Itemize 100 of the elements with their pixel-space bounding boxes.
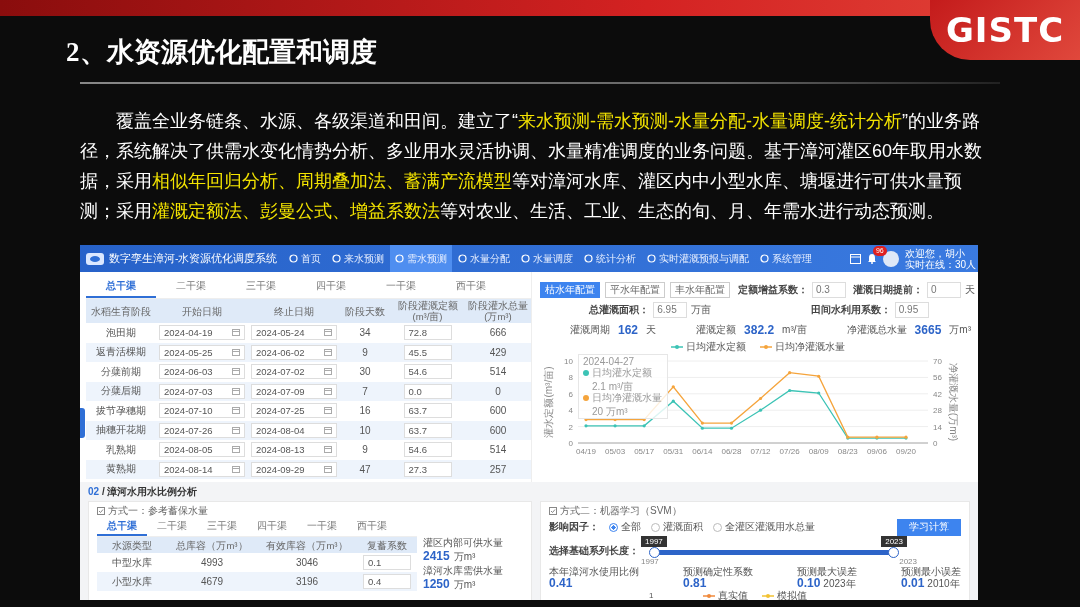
axis-tick-label: 08/09 [808, 447, 829, 456]
field-label: 定额增益系数： [738, 283, 808, 297]
bell-icon [866, 253, 877, 264]
canal-tab[interactable]: 西干渠 [436, 276, 506, 298]
table-cell: 中型水库 [97, 553, 167, 572]
nav-tab[interactable]: 水量调度 [515, 245, 578, 272]
date-field[interactable]: 2024-07-25 [251, 403, 337, 419]
canal-tab[interactable]: 四干渠 [296, 276, 366, 298]
canal-tab[interactable]: 一干渠 [297, 518, 347, 536]
window-icon [849, 253, 861, 264]
stat-value: 3665 [914, 323, 942, 337]
tooltip-label: 日均灌水定额 [592, 367, 652, 378]
date-field[interactable]: 2024-04-19 [159, 325, 245, 341]
date-field[interactable]: 2024-09-29 [251, 461, 337, 477]
radio-button[interactable]: 全部 [609, 520, 641, 534]
field-label: 总灌溉面积： [589, 303, 650, 317]
input-field[interactable]: 54.6 [403, 364, 452, 380]
input-field[interactable]: 0 [927, 282, 961, 298]
circle-icon [457, 254, 467, 263]
input-field[interactable]: 0.3 [812, 282, 846, 298]
nav-tab[interactable]: 水量分配 [452, 245, 515, 272]
input-field[interactable]: 72.8 [403, 325, 452, 341]
input-field[interactable]: 45.5 [403, 344, 452, 360]
canal-tab[interactable]: 四干渠 [247, 518, 297, 536]
radio-button[interactable]: 全灌区灌溉用水总量 [713, 520, 815, 534]
date-field[interactable]: 2024-07-10 [159, 403, 245, 419]
year-type-button[interactable]: 丰水年配置 [670, 282, 730, 298]
axis-tick-label: 8 [568, 373, 573, 383]
date-field[interactable]: 2024-07-03 [159, 383, 245, 399]
axis-tick-label: 07/12 [750, 447, 771, 456]
year-type-button[interactable]: 平水年配置 [605, 282, 665, 298]
radio-button[interactable]: 灌溉面积 [651, 520, 703, 534]
input-field[interactable]: 63.7 [403, 403, 452, 419]
nav-tab[interactable]: 来水预测 [326, 245, 389, 272]
input-field[interactable]: 0.95 [894, 302, 929, 318]
circle-icon [759, 254, 769, 263]
date-field[interactable]: 2024-07-26 [159, 422, 245, 438]
input-field[interactable]: 0.1 [363, 555, 411, 570]
table-cell: 600 [465, 401, 531, 421]
slide-title: 2、水资源优化配置和调度 [66, 36, 377, 69]
canal-tab[interactable]: 三干渠 [197, 518, 247, 536]
input-field[interactable]: 0.4 [363, 574, 411, 589]
input-field[interactable]: 27.3 [403, 461, 452, 477]
nav-tab[interactable]: 系统管理 [754, 245, 817, 272]
date-field[interactable]: 2024-07-02 [251, 364, 337, 380]
unit-label: m³/亩 [782, 323, 807, 337]
axis-tick-label: 1 [649, 590, 654, 600]
table-cell: 666 [465, 323, 531, 343]
canal-tab[interactable]: 二干渠 [156, 276, 226, 298]
date-field[interactable]: 2024-08-05 [159, 442, 245, 458]
stat-value: 0.41 [549, 578, 573, 589]
date-field[interactable]: 2024-08-04 [251, 422, 337, 438]
date-field[interactable]: 2024-05-25 [159, 344, 245, 360]
table-cell: 514 [465, 440, 531, 460]
input-field[interactable]: 54.6 [403, 442, 452, 458]
year-type-button[interactable]: 枯水年配置 [540, 282, 600, 298]
year-note: 2023年 [823, 578, 856, 589]
field-label: 影响因子： [549, 520, 599, 534]
table-cell: 7 [340, 381, 390, 401]
slider-tooltip: 1997 [641, 536, 667, 547]
canal-tab[interactable]: 二干渠 [147, 518, 197, 536]
learn-button[interactable]: 学习计算 [897, 518, 961, 536]
canal-tab[interactable]: 西干渠 [347, 518, 397, 536]
range-slider[interactable] [649, 547, 899, 558]
nav-tab[interactable]: 首页 [283, 245, 326, 272]
input-field[interactable]: 63.7 [403, 422, 452, 438]
date-field[interactable]: 2024-08-13 [251, 442, 337, 458]
table-cell: 分蘖前期 [86, 362, 156, 382]
collapse-handle[interactable] [80, 408, 85, 438]
date-field[interactable]: 2024-07-09 [251, 383, 337, 399]
table-cell: 10 [340, 420, 390, 440]
date-field[interactable]: 2024-06-02 [251, 344, 337, 360]
calendar-icon [232, 348, 240, 356]
calendar-icon [324, 465, 332, 473]
input-field[interactable]: 0.0 [403, 383, 452, 399]
stat-label: 预测确定性系数 [683, 566, 753, 577]
table-cell: 9 [340, 342, 390, 362]
axis-tick-label: 09/20 [896, 447, 916, 456]
app-logo-icon [86, 251, 104, 266]
calendar-icon [232, 446, 240, 454]
calendar-icon [324, 368, 332, 376]
canal-tab[interactable]: 三干渠 [226, 276, 296, 298]
nav-tab[interactable]: 统计分析 [578, 245, 641, 272]
table-cell: 600 [465, 420, 531, 440]
axis-title: 净灌溉水量(万m³) [948, 362, 959, 442]
unit-label: 天 [965, 283, 975, 297]
canal-tab[interactable]: 一干渠 [366, 276, 436, 298]
app-title: 数字孪生漳河-水资源优化调度系统 [109, 251, 278, 266]
section-title: 02 / 漳河水用水比例分析 [88, 485, 199, 499]
date-field[interactable]: 2024-06-03 [159, 364, 245, 380]
table-cell: 抽穗开花期 [86, 420, 156, 440]
logo: GISTC [945, 10, 1065, 50]
calendar-icon [232, 426, 240, 434]
date-field[interactable]: 2024-08-14 [159, 461, 245, 477]
date-field[interactable]: 2024-05-24 [251, 325, 337, 341]
nav-tab[interactable]: 实时灌溉预报与调配 [641, 245, 754, 272]
input-field[interactable]: 6.95 [653, 302, 688, 318]
axis-tick-label: 6 [568, 389, 573, 399]
calendar-icon [324, 387, 332, 395]
table-cell: 4679 [167, 572, 257, 591]
